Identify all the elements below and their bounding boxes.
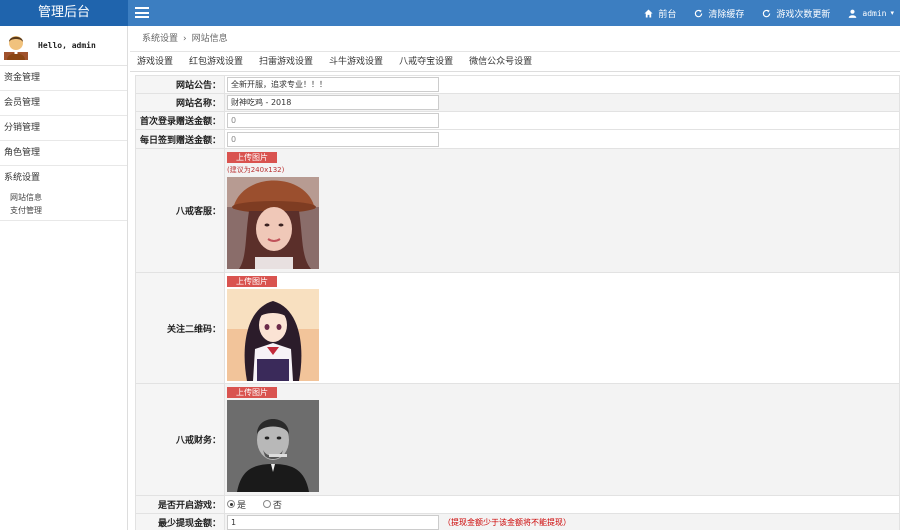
update-game-count-label: 游戏次数更新 bbox=[776, 9, 831, 20]
greeting: Hello, admin bbox=[38, 41, 96, 50]
site-info-form: 网站公告： 全新开服，追求专业！！！ 网站名称： 财神吃鸡 - 2018 首次登… bbox=[135, 75, 900, 530]
breadcrumb-parent[interactable]: 系统设置 bbox=[142, 34, 178, 44]
main-content: 系统设置 › 网站信息 游戏设置 红包游戏设置 扫雷游戏设置 斗牛游戏设置 八戒夺宝… bbox=[130, 26, 900, 530]
upload-qrcode-image-button[interactable]: 上传图片 bbox=[227, 275, 277, 287]
min-withdraw-label: 最少提现金额： bbox=[135, 513, 225, 530]
form-row: 首次登录赠送金额： 0 bbox=[135, 111, 900, 130]
daily-sign-label: 每日签到赠送金额： bbox=[135, 129, 225, 149]
form-row: 最少提现金额： 1 （提现金额少于该金额将不能提现） bbox=[135, 513, 900, 530]
front-link-label: 前台 bbox=[658, 9, 677, 20]
tab-treasure-settings[interactable]: 八戒夺宝设置 bbox=[396, 52, 460, 71]
top-nav: 前台 清除缓存 游戏次数更新 admin ▾ bbox=[626, 0, 894, 26]
sidebar-item-roles[interactable]: 角色管理 bbox=[0, 141, 127, 166]
notice-label: 网站公告： bbox=[135, 75, 225, 94]
update-game-count-link[interactable]: 游戏次数更新 bbox=[762, 7, 830, 20]
finance-image bbox=[227, 400, 319, 492]
sidebar-item-system-settings[interactable]: 系统设置 bbox=[0, 166, 127, 191]
finance-label: 八戒财务： bbox=[135, 383, 225, 496]
daily-sign-amount-input[interactable]: 0 bbox=[227, 131, 439, 147]
home-icon bbox=[644, 8, 653, 18]
upload-size-hint: (建议为240x132) bbox=[227, 166, 285, 174]
tab-game-settings[interactable]: 游戏设置 bbox=[134, 52, 180, 71]
min-withdraw-input[interactable]: 1 bbox=[227, 515, 439, 530]
form-row: 网站公告： 全新开服，追求专业！！！ bbox=[135, 75, 900, 94]
breadcrumb-current: 网站信息 bbox=[191, 34, 228, 44]
form-row: 八戒客服： 上传图片 (建议为240x132) bbox=[135, 148, 900, 273]
sidebar-item-distribution[interactable]: 分销管理 bbox=[0, 116, 127, 141]
tab-minesweeper-settings[interactable]: 扫雷游戏设置 bbox=[256, 52, 320, 71]
breadcrumb-separator: › bbox=[183, 34, 187, 44]
qrcode-label: 关注二维码： bbox=[135, 272, 225, 384]
form-row: 关注二维码： 上传图片 bbox=[135, 272, 900, 384]
form-row: 八戒财务： 上传图片 bbox=[135, 383, 900, 496]
form-row: 每日签到赠送金额： 0 bbox=[135, 129, 900, 149]
tab-niuniu-settings[interactable]: 斗牛游戏设置 bbox=[326, 52, 390, 71]
first-login-label: 首次登录赠送金额： bbox=[135, 111, 225, 130]
user-menu[interactable]: admin ▾ bbox=[848, 9, 894, 18]
refresh-icon bbox=[763, 9, 771, 17]
avatar bbox=[4, 35, 28, 60]
refresh-icon bbox=[695, 9, 703, 17]
game-open-no-radio[interactable]: 否 bbox=[262, 498, 282, 511]
site-name-label: 网站名称： bbox=[135, 93, 225, 112]
tab-redpacket-settings[interactable]: 红包游戏设置 bbox=[186, 52, 250, 71]
chevron-down-icon: ▾ bbox=[890, 9, 894, 17]
menu-toggle-icon[interactable] bbox=[135, 7, 149, 18]
front-link[interactable]: 前台 bbox=[644, 7, 676, 20]
sidebar-item-funds[interactable]: 资金管理 bbox=[0, 66, 127, 91]
game-open-label: 是否开启游戏： bbox=[135, 495, 225, 514]
user-icon bbox=[849, 9, 857, 18]
qrcode-image bbox=[227, 288, 319, 381]
radio-dot bbox=[262, 500, 271, 509]
site-name-input[interactable]: 财神吃鸡 - 2018 bbox=[227, 95, 439, 110]
sidebar: Hello, admin 资金管理 会员管理 分销管理 角色管理 系统设置 网站… bbox=[0, 26, 128, 530]
cs-image bbox=[227, 177, 319, 269]
user-menu-label: admin bbox=[862, 8, 887, 18]
clear-cache-link[interactable]: 清除缓存 bbox=[694, 7, 744, 20]
top-bar: 管理后台 前台 清除缓存 游戏次数更新 admin ▾ bbox=[0, 0, 900, 26]
breadcrumb: 系统设置 › 网站信息 bbox=[130, 26, 900, 52]
settings-tabs: 游戏设置 红包游戏设置 扫雷游戏设置 斗牛游戏设置 八戒夺宝设置 微信公众号设置 bbox=[130, 52, 900, 72]
upload-cs-image-button[interactable]: 上传图片 bbox=[227, 152, 277, 163]
tab-wechat-settings[interactable]: 微信公众号设置 bbox=[466, 52, 539, 71]
sidebar-subitem-site-info[interactable]: 网站信息 bbox=[0, 191, 127, 204]
form-row: 是否开启游戏： 是 否 bbox=[135, 495, 900, 514]
upload-finance-image-button[interactable]: 上传图片 bbox=[227, 387, 277, 398]
first-login-amount-input[interactable]: 0 bbox=[227, 113, 439, 128]
game-open-no-label: 否 bbox=[272, 500, 282, 511]
cs-label: 八戒客服： bbox=[135, 148, 225, 273]
user-box: Hello, admin bbox=[0, 26, 127, 66]
clear-cache-label: 清除缓存 bbox=[708, 9, 745, 20]
min-withdraw-warning: （提现金额少于该金额将不能提现） bbox=[443, 518, 571, 527]
game-open-yes-radio[interactable]: 是 bbox=[227, 498, 246, 511]
sidebar-group-system: 系统设置 网站信息 支付管理 bbox=[0, 166, 127, 221]
game-open-yes-label: 是 bbox=[237, 500, 247, 511]
sidebar-subitem-payment[interactable]: 支付管理 bbox=[0, 204, 127, 217]
radio-dot-checked bbox=[227, 500, 235, 509]
brand-title[interactable]: 管理后台 bbox=[0, 0, 128, 26]
form-row: 网站名称： 财神吃鸡 - 2018 bbox=[135, 93, 900, 112]
sidebar-item-members[interactable]: 会员管理 bbox=[0, 91, 127, 116]
notice-input[interactable]: 全新开服，追求专业！！！ bbox=[227, 77, 439, 92]
